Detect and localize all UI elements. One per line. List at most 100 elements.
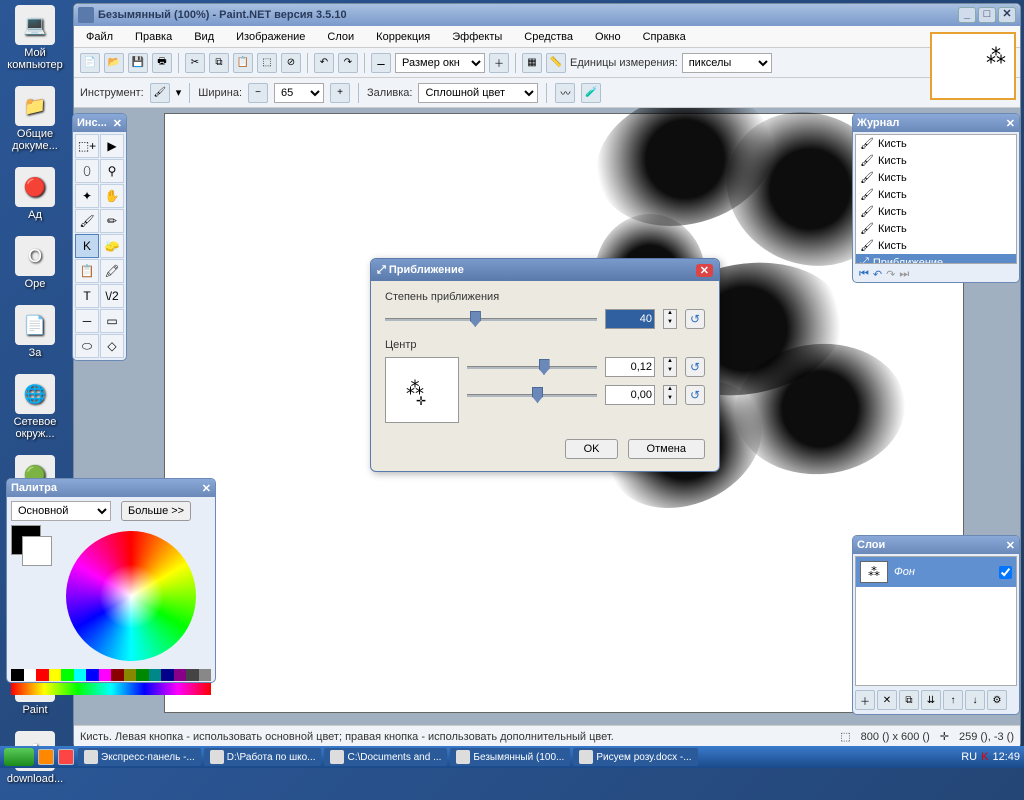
more-colors-button[interactable]: Больше >>	[121, 501, 191, 521]
menu-правка[interactable]: Правка	[131, 29, 176, 45]
color-swatch[interactable]	[86, 669, 99, 681]
taskbar-item[interactable]: Безымянный (100...	[450, 748, 570, 766]
maximize-button[interactable]: □	[978, 7, 996, 23]
color-swatch[interactable]	[161, 669, 174, 681]
tool-button[interactable]: ✋	[100, 184, 124, 208]
history-item[interactable]: ⤢ Приближение	[856, 254, 1016, 264]
zoom-reset-icon[interactable]: ↺	[685, 309, 705, 329]
desktop-icon[interactable]: 📁Общиедокуме...	[5, 86, 65, 152]
history-item[interactable]: 🖌 Кисть	[856, 203, 1016, 220]
tool-button[interactable]: 🧽	[100, 234, 124, 258]
layer-up-icon[interactable]: ↑	[943, 690, 963, 710]
color-swatch[interactable]	[74, 669, 87, 681]
tool-button[interactable]: 🖌	[75, 209, 99, 233]
zoom-value-input[interactable]	[605, 309, 655, 329]
copy-icon[interactable]: ⧉	[209, 53, 229, 73]
center-x-slider[interactable]	[467, 357, 597, 377]
menu-вид[interactable]: Вид	[190, 29, 218, 45]
center-x-reset-icon[interactable]: ↺	[685, 357, 705, 377]
tool-button[interactable]: ◇	[100, 334, 124, 358]
menu-изображение[interactable]: Изображение	[232, 29, 309, 45]
redo-icon[interactable]: ↷	[338, 53, 358, 73]
desktop-icon[interactable]: 📄За	[5, 305, 65, 359]
color-type-select[interactable]: Основной	[11, 501, 111, 521]
tray-av-icon[interactable]: K	[981, 751, 988, 763]
desktop-icon[interactable]: 🔴Ад	[5, 167, 65, 221]
tool-button[interactable]: ✏	[100, 209, 124, 233]
layer-down-icon[interactable]: ↓	[965, 690, 985, 710]
color-swatch[interactable]	[99, 669, 112, 681]
tool-button[interactable]: K	[75, 234, 99, 258]
history-item[interactable]: 🖌 Кисть	[856, 169, 1016, 186]
history-item[interactable]: 🖌 Кисть	[856, 186, 1016, 203]
desktop-icon[interactable]: 🌐Сетевоеокруж...	[5, 374, 65, 440]
color-swatch[interactable]	[149, 669, 162, 681]
tool-button[interactable]: ▭	[100, 309, 124, 333]
dialog-close-icon[interactable]: ✕	[696, 264, 713, 277]
color-swatch[interactable]	[124, 669, 137, 681]
minimize-button[interactable]: _	[958, 7, 976, 23]
tool-button[interactable]: \/2	[100, 284, 124, 308]
open-icon[interactable]: 📂	[104, 53, 124, 73]
menu-коррекция[interactable]: Коррекция	[372, 29, 434, 45]
center-y-spinner[interactable]: ▲▼	[663, 385, 677, 405]
layers-close-icon[interactable]: ✕	[1006, 539, 1015, 552]
taskbar-item[interactable]: D:\Работа по шко...	[204, 748, 322, 766]
units-select[interactable]: пикселы	[682, 53, 772, 73]
tool-brush-icon[interactable]: 🖌	[150, 83, 170, 103]
menu-справка[interactable]: Справка	[639, 29, 690, 45]
tool-button[interactable]: ⚲	[100, 159, 124, 183]
history-item[interactable]: 🖌 Кисть	[856, 152, 1016, 169]
layer-item[interactable]: ⁂ Фон	[856, 557, 1016, 587]
center-y-slider[interactable]	[467, 385, 597, 405]
center-y-input[interactable]	[605, 385, 655, 405]
color-swatch[interactable]	[186, 669, 199, 681]
history-redo-icon[interactable]: ↷	[886, 268, 895, 281]
history-last-icon[interactable]: ⏭	[899, 268, 909, 281]
primary-color-swatch[interactable]	[11, 525, 41, 555]
ql-icon[interactable]	[38, 749, 54, 765]
desktop-icon[interactable]: OOpе	[5, 236, 65, 290]
print-icon[interactable]: 🖶	[152, 53, 172, 73]
start-button[interactable]	[4, 748, 34, 766]
menu-слои[interactable]: Слои	[323, 29, 358, 45]
dialog-preview[interactable]: ⁂ ✛	[385, 357, 459, 423]
zoom-select[interactable]: Размер окн	[395, 53, 485, 73]
color-swatch[interactable]	[111, 669, 124, 681]
zoom-out-icon[interactable]: ⚊	[371, 53, 391, 73]
width-select[interactable]: 65	[274, 83, 324, 103]
tool-button[interactable]: ⬭	[75, 334, 99, 358]
menu-эффекты[interactable]: Эффекты	[448, 29, 506, 45]
lang-indicator[interactable]: RU	[961, 751, 977, 763]
history-undo-icon[interactable]: ↶	[873, 268, 882, 281]
taskbar-item[interactable]: Рисуем розу.docx -...	[573, 748, 697, 766]
tool-button[interactable]: T	[75, 284, 99, 308]
tool-button[interactable]: ─	[75, 309, 99, 333]
antialias-icon[interactable]: 〰	[555, 83, 575, 103]
color-swatch[interactable]	[136, 669, 149, 681]
cancel-button[interactable]: Отмена	[628, 439, 705, 459]
layer-delete-icon[interactable]: ✕	[877, 690, 897, 710]
zoom-slider[interactable]	[385, 309, 597, 329]
ql-icon[interactable]	[58, 749, 74, 765]
zoom-spinner[interactable]: ▲▼	[663, 309, 677, 329]
secondary-color-swatch[interactable]	[22, 536, 52, 566]
tool-button[interactable]: 📋	[75, 259, 99, 283]
layer-merge-icon[interactable]: ⇊	[921, 690, 941, 710]
zoom-in-icon[interactable]: ＋	[489, 53, 509, 73]
grid-icon[interactable]: ▦	[522, 53, 542, 73]
history-item[interactable]: 🖌 Кисть	[856, 237, 1016, 254]
blend-icon[interactable]: 🧪	[581, 83, 601, 103]
menu-окно[interactable]: Окно	[591, 29, 625, 45]
taskbar-item[interactable]: Экспресс-панель -...	[78, 748, 201, 766]
thumbnail-panel[interactable]: ⁂	[930, 32, 1016, 100]
menu-файл[interactable]: Файл	[82, 29, 117, 45]
center-x-spinner[interactable]: ▲▼	[663, 357, 677, 377]
tool-button[interactable]: 🖍	[100, 259, 124, 283]
color-swatch[interactable]	[61, 669, 74, 681]
crop-icon[interactable]: ⬚	[257, 53, 277, 73]
layer-props-icon[interactable]: ⚙	[987, 690, 1007, 710]
layer-visible-checkbox[interactable]	[999, 566, 1012, 579]
paste-icon[interactable]: 📋	[233, 53, 253, 73]
color-swatch[interactable]	[174, 669, 187, 681]
